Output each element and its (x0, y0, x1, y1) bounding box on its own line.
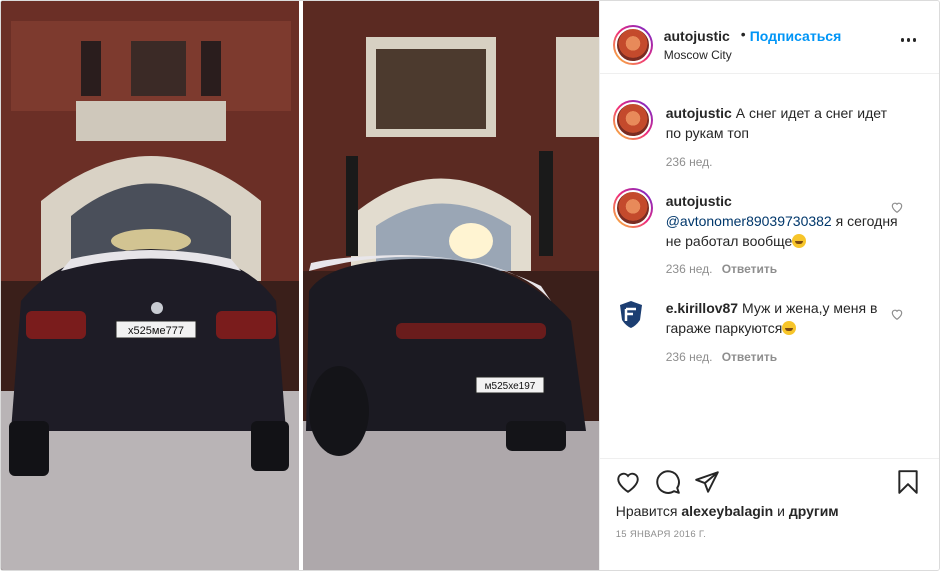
commenter-avatar[interactable] (612, 100, 653, 140)
post-photo[interactable]: х525ме777 м525хе197 (1, 1, 599, 570)
share-icon[interactable] (694, 469, 720, 495)
author-avatar[interactable] (612, 25, 653, 65)
commenter-avatar[interactable] (612, 188, 653, 228)
commenter-avatar[interactable] (614, 298, 647, 330)
left-window (201, 41, 221, 96)
comment-like-heart-icon[interactable] (890, 307, 904, 321)
comment-icon[interactable] (655, 469, 681, 495)
heart-icon[interactable] (615, 469, 641, 495)
others-link[interactable]: другим (789, 503, 839, 519)
comment-time[interactable]: 236 нед. (666, 155, 713, 169)
more-options-icon[interactable] (900, 38, 917, 42)
photo-collage: х525ме777 м525хе197 (1, 1, 599, 570)
comment-mention[interactable]: @avtonomer89039730382 (666, 213, 832, 229)
comment-text: e.kirillov87 Муж и жена,у меня в гараже … (666, 298, 906, 338)
comment-username[interactable]: autojustic (666, 193, 732, 209)
comment-like-heart-icon[interactable] (890, 200, 904, 214)
likes-connector: и (777, 503, 785, 519)
author-username[interactable]: autojustic (664, 28, 730, 44)
bmw-left-wheel (9, 421, 49, 476)
banner-right (539, 151, 553, 256)
bmw-left-taillight (26, 311, 86, 339)
right-window (376, 49, 486, 129)
comment-time[interactable]: 236 нед. (666, 262, 713, 276)
bmw-x6-body (11, 249, 286, 431)
right-license-plate-text: м525хе197 (485, 381, 536, 392)
reply-button[interactable]: Ответить (722, 262, 777, 276)
porsche-right-wheel (506, 421, 566, 451)
left-stone-panel (76, 101, 226, 141)
bmw-logo (151, 302, 163, 314)
porsche-left-wheel (309, 366, 369, 456)
left-window (131, 41, 186, 96)
comment-text: autojustic @avtonomer89039730382 я сегод… (666, 191, 906, 251)
follow-button[interactable]: Подписаться (750, 28, 842, 44)
post-date[interactable]: 15 ЯНВАРЯ 2016 Г. (616, 529, 706, 540)
likes-summary: Нравится alexeybalagin и другим (616, 503, 839, 519)
right-light-glow (449, 223, 493, 259)
post-sidebar: autojustic • Подписаться Moscow City aut… (598, 1, 939, 570)
post-header: autojustic • Подписаться Moscow City (599, 1, 939, 74)
comment-username[interactable]: autojustic (666, 105, 732, 121)
likes-prefix: Нравится (615, 503, 678, 519)
comment-username[interactable]: e.kirillov87 (666, 300, 738, 316)
porsche-taillight-bar (396, 323, 546, 339)
action-bar (599, 458, 939, 506)
banner-left (346, 156, 358, 256)
smiling-face-icon (782, 321, 797, 335)
collage-divider (299, 1, 303, 570)
left-license-plate-text: х525ме777 (128, 325, 184, 337)
instagram-post: х525ме777 м525хе197 autojustic • Подписа… (0, 0, 940, 571)
left-window (81, 41, 101, 96)
shield-logo-icon (619, 301, 642, 328)
liker-username[interactable]: alexeybalagin (681, 503, 773, 519)
caption-text: autojustic А снег идет а снег идет по ру… (666, 103, 906, 143)
comment-time[interactable]: 236 нед. (666, 350, 713, 364)
post-location[interactable]: Moscow City (664, 48, 732, 62)
bookmark-icon[interactable] (895, 469, 921, 495)
header-separator: • (740, 26, 746, 42)
right-window-frame-2 (556, 37, 599, 137)
bmw-right-taillight (216, 311, 276, 339)
reply-button[interactable]: Ответить (722, 350, 777, 364)
laughing-face-icon (792, 234, 807, 248)
bmw-right-wheel (251, 421, 289, 471)
